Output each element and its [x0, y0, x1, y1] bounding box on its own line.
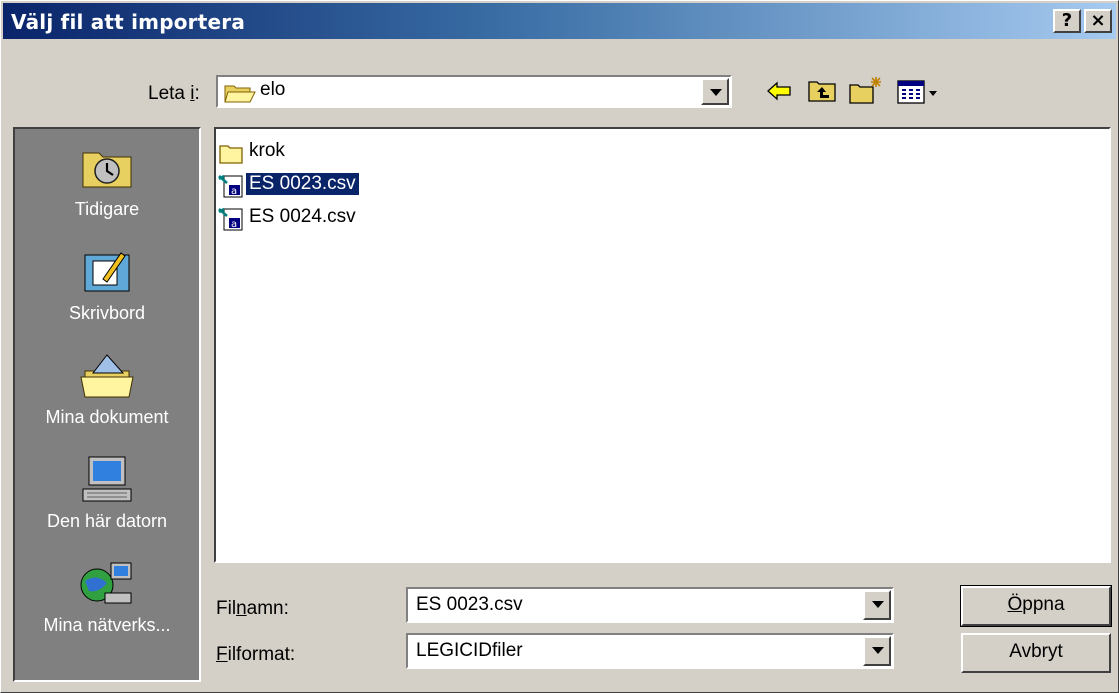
place-my-documents[interactable]: Mina dokument: [15, 351, 199, 428]
file-name: ES 0024.csv: [249, 206, 356, 227]
view-menu-icon[interactable]: [896, 75, 950, 107]
place-label: Den här datorn: [46, 511, 168, 531]
my-documents-icon: [80, 354, 134, 398]
csv-file-icon: a: [218, 207, 243, 231]
place-network[interactable]: Mina nätverks...: [15, 559, 199, 636]
back-arrow-icon[interactable]: [763, 75, 801, 107]
cancel-button[interactable]: Avbryt: [961, 633, 1111, 673]
csv-file-icon: a: [218, 174, 243, 198]
look-in-label: Leta i:: [148, 83, 200, 104]
look-in-dropdown[interactable]: elo: [216, 75, 732, 108]
file-type-value: LEGICIDfiler: [416, 640, 523, 661]
close-button[interactable]: ×: [1084, 9, 1112, 33]
file-name-input[interactable]: ES 0023.csv: [406, 587, 894, 623]
new-folder-icon[interactable]: [847, 75, 885, 107]
look-in-value: elo: [260, 79, 286, 100]
history-icon: [82, 152, 132, 188]
place-label: Mina dokument: [45, 407, 169, 427]
my-computer-icon: [82, 456, 132, 502]
open-folder-icon: [224, 85, 256, 103]
title-bar[interactable]: Välj fil att importera ? ×: [3, 3, 1116, 39]
place-history[interactable]: Tidigare: [15, 143, 199, 220]
places-bar: Tidigare Skrivbord Mina dokument Den här…: [13, 127, 201, 682]
place-desktop[interactable]: Skrivbord: [15, 247, 199, 324]
file-name-dropdown-button[interactable]: [863, 590, 891, 620]
file-type-dropdown[interactable]: LEGICIDfiler: [406, 633, 894, 669]
file-list[interactable]: krok a ES 0023.csv a ES 0024.csv: [214, 127, 1111, 563]
file-open-dialog: Välj fil att importera ? × Leta i: elo T…: [0, 0, 1119, 693]
file-name: ES 0023.csv: [245, 172, 360, 196]
place-label: Mina nätverks...: [43, 615, 171, 635]
file-name-value: ES 0023.csv: [416, 594, 523, 615]
file-type-dropdown-button[interactable]: [863, 636, 891, 666]
dialog-title: Välj fil att importera: [11, 10, 246, 34]
file-name-label: Filnamn:: [216, 598, 289, 619]
help-button[interactable]: ?: [1053, 9, 1081, 33]
place-label: Skrivbord: [68, 303, 146, 323]
place-label: Tidigare: [74, 199, 140, 219]
folder-icon: [219, 145, 243, 164]
svg-text:a: a: [231, 219, 237, 230]
file-name: krok: [249, 140, 285, 161]
open-button[interactable]: Öppna: [960, 585, 1112, 627]
svg-text:a: a: [231, 186, 237, 197]
file-type-label: Filformat:: [216, 644, 296, 665]
desktop-icon: [84, 252, 130, 292]
look-in-dropdown-button[interactable]: [701, 78, 729, 105]
network-places-icon: [80, 562, 132, 604]
up-one-level-icon[interactable]: [805, 75, 843, 107]
place-my-computer[interactable]: Den här datorn: [15, 455, 199, 532]
